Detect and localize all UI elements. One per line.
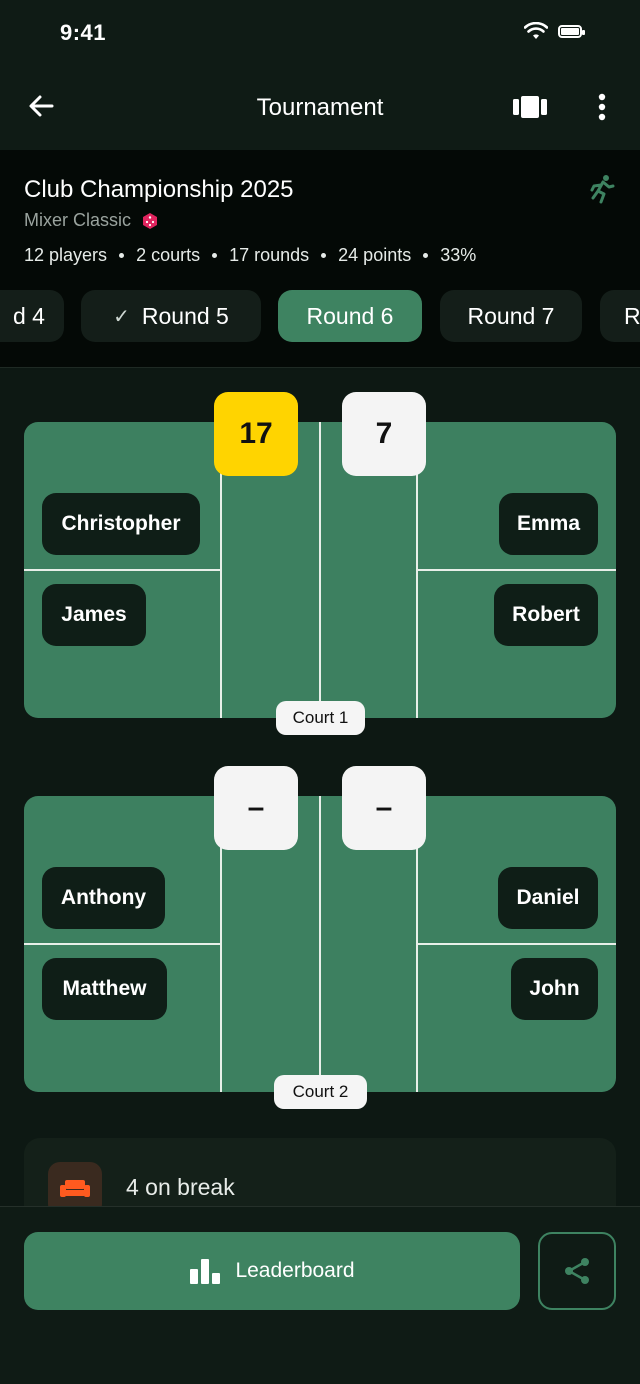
court-line — [418, 569, 616, 571]
bar-chart-icon — [190, 1259, 221, 1284]
break-text: 4 on break — [126, 1174, 235, 1200]
player-matthew[interactable]: Matthew — [42, 958, 167, 1020]
player-james[interactable]: James — [42, 584, 146, 646]
player-daniel[interactable]: Daniel — [498, 867, 598, 929]
battery-icon — [558, 24, 585, 38]
share-button[interactable] — [538, 1232, 616, 1310]
court-line — [24, 569, 222, 571]
tournament-stats: 12 players 2 courts 17 rounds 24 points … — [24, 245, 476, 266]
stat-progress: 33% — [440, 245, 477, 265]
round-chip-label: Round 5 — [141, 302, 229, 329]
round-chip-8[interactable]: R — [600, 290, 640, 342]
round-chip-7[interactable]: Round 7 — [440, 290, 582, 342]
top-bar: 9:41 Tournament — [0, 0, 640, 150]
score-left-court-1[interactable]: 17 — [214, 392, 298, 476]
courts-area: Christopher James Emma Robert 17 7 Court… — [0, 368, 640, 1206]
court-line — [24, 943, 222, 945]
format-label: Mixer Classic — [24, 210, 132, 230]
score-left-court-2[interactable]: – — [214, 766, 298, 850]
score-right-court-2[interactable]: – — [342, 766, 426, 850]
court-label: Court 1 — [276, 701, 365, 735]
leaderboard-label: Leaderboard — [235, 1259, 355, 1282]
round-chip-label: R — [624, 302, 640, 329]
stat-rounds: 17 rounds — [229, 245, 310, 265]
round-chip-4[interactable]: d 4 — [0, 290, 64, 342]
score-right-court-1[interactable]: 7 — [342, 392, 426, 476]
court-label: Court 2 — [274, 1075, 367, 1109]
running-icon[interactable] — [588, 174, 616, 204]
more-vertical-icon[interactable] — [592, 92, 612, 122]
cards-icon[interactable] — [512, 94, 548, 120]
check-icon: ✓ — [113, 305, 130, 328]
separator-dot — [119, 253, 125, 258]
court-2: Anthony Matthew Daniel John — [24, 796, 616, 1092]
dice-icon — [143, 212, 158, 229]
stat-courts: 2 courts — [136, 245, 201, 265]
round-chip-label: Round 7 — [467, 302, 555, 329]
wifi-icon — [524, 22, 548, 39]
player-christopher[interactable]: Christopher — [42, 493, 200, 555]
separator-dot — [212, 253, 218, 258]
court-line — [418, 943, 616, 945]
round-chip-5[interactable]: ✓ Round 5 — [81, 290, 261, 342]
status-icons — [524, 22, 585, 40]
player-emma[interactable]: Emma — [499, 493, 598, 555]
round-chip-label: d 4 — [13, 302, 45, 329]
separator-dot — [423, 253, 429, 258]
player-john[interactable]: John — [511, 958, 598, 1020]
tournament-title: Club Championship 2025 — [24, 176, 294, 203]
player-robert[interactable]: Robert — [494, 584, 598, 646]
court-line — [319, 796, 321, 1092]
court-1: Christopher James Emma Robert — [24, 422, 616, 718]
stat-points: 24 points — [338, 245, 412, 265]
stat-players: 12 players — [24, 245, 108, 265]
player-anthony[interactable]: Anthony — [42, 867, 165, 929]
round-chip-label: Round 6 — [306, 302, 394, 329]
court-line — [319, 422, 321, 718]
separator-dot — [321, 253, 327, 258]
bottom-bar: Leaderboard — [0, 1206, 640, 1384]
status-time: 9:41 — [60, 20, 107, 45]
leaderboard-button[interactable]: Leaderboard — [24, 1232, 520, 1310]
tournament-format: Mixer Classic — [24, 210, 159, 231]
round-chip-6[interactable]: Round 6 — [278, 290, 422, 342]
share-icon — [565, 1258, 589, 1284]
round-selector: d 4 ✓ Round 5 Round 6 Round 7 R — [0, 290, 640, 344]
